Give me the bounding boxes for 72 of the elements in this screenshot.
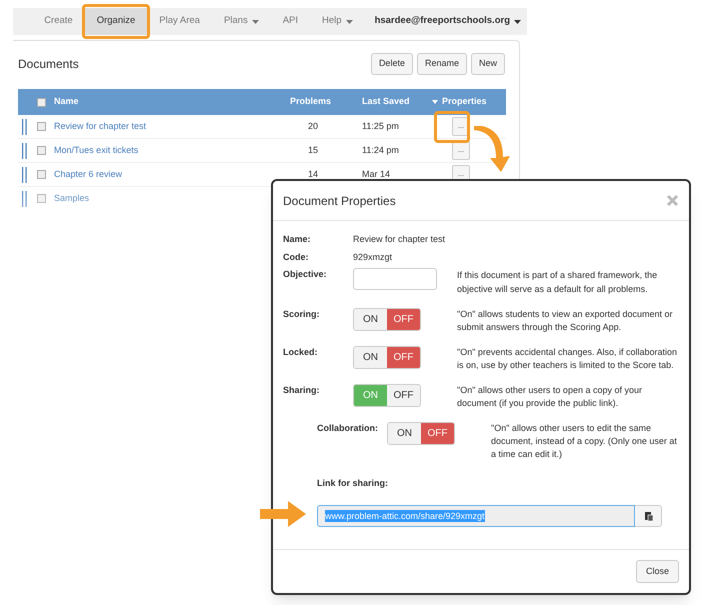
off-option[interactable]: OFF (387, 309, 420, 330)
table-cell-text: Mar 14 (362, 168, 392, 181)
share-link-field[interactable]: www.problem-attic.com/share/929xmzgt (317, 504, 635, 526)
toolbar-button[interactable]: Delete (370, 53, 413, 75)
field-label: Locked: (283, 346, 319, 359)
highlight-frame (82, 4, 150, 39)
account-menu[interactable]: hsardee@freeportschools.org (374, 14, 521, 29)
off-option[interactable]: OFF (421, 423, 454, 444)
nav-link[interactable]: Plans (212, 8, 271, 35)
document-link[interactable]: Mon/Tues exit tickets (54, 144, 290, 158)
field-label: Code: (283, 250, 310, 264)
toolbar-button[interactable]: New (470, 53, 505, 75)
field-value: Review for chapter test (353, 233, 446, 246)
field-description: "On" allows students to view an exported document or submit answers through the Scoring App. (457, 308, 674, 334)
column-header[interactable]: Name (54, 95, 290, 109)
sort-caret-icon (432, 100, 438, 104)
row-checkbox[interactable] (37, 122, 46, 131)
copy-button[interactable] (635, 504, 662, 526)
on-option[interactable]: ON (388, 423, 421, 444)
dialog-title: Document Properties (283, 192, 396, 210)
document-link[interactable]: Review for chapter test (54, 120, 290, 134)
table-cell-text: 11:25 pm (362, 120, 400, 133)
off-option[interactable]: OFF (387, 347, 420, 368)
row-checkbox[interactable] (37, 146, 46, 155)
field-label: Name: (283, 233, 312, 246)
row-checkbox[interactable] (37, 194, 46, 203)
on-off-toggle[interactable]: ON OFF (387, 422, 455, 445)
field-description: If this document is part of a shared framework, the objective will serve as a default for all problems. (457, 269, 658, 296)
drag-handle-icon[interactable] (22, 166, 27, 182)
nav-link[interactable]: Help (310, 8, 365, 35)
close-button[interactable]: Close (636, 560, 679, 583)
on-option[interactable]: ON (354, 309, 387, 330)
callout-arrow (260, 501, 306, 527)
close-icon[interactable] (666, 194, 679, 207)
link-text: www.problem-attic.com/share/929xmzgt (325, 510, 485, 522)
nav-link[interactable]: API (270, 8, 310, 35)
nav-link[interactable]: Play Area (147, 8, 212, 35)
table-cell-text: 20 (307, 120, 320, 133)
table-cell-text: 14 (307, 168, 320, 181)
field-value: 929xmzgt (353, 250, 394, 264)
field-label: Collaboration: (317, 422, 379, 435)
clipboard-icon (644, 510, 652, 520)
field-description: "On" prevents accidental changes. Also, if collaboration is on, use by other teachers is limited to the Score tab. (457, 346, 678, 372)
column-header[interactable]: Last Saved (362, 95, 432, 109)
row-checkbox[interactable] (37, 170, 46, 179)
highlight-frame (434, 111, 470, 143)
field-label: Link for sharing: (317, 478, 388, 488)
documents-heading: Documents (18, 56, 79, 73)
on-option[interactable]: ON (354, 347, 387, 368)
on-option[interactable]: ON (354, 385, 387, 406)
table-cell-text: 15 (307, 144, 320, 157)
callout-arrow (472, 126, 512, 174)
select-all-checkbox[interactable] (37, 98, 46, 106)
column-header[interactable]: Problems (290, 95, 362, 109)
column-header[interactable]: Properties (432, 95, 506, 109)
field-label: Objective: (283, 268, 328, 281)
on-off-toggle[interactable]: ON OFF (353, 346, 421, 369)
field-description: "On" allows other users to open a copy of your document (if you provide the public link). (457, 384, 643, 410)
on-off-toggle[interactable]: ON OFF (353, 308, 421, 331)
drag-handle-icon[interactable] (22, 118, 27, 134)
off-option[interactable]: OFF (387, 385, 420, 406)
table-cell-text: 11:24 pm (362, 144, 400, 157)
drag-handle-icon[interactable] (22, 190, 27, 206)
objective-field[interactable] (353, 268, 437, 290)
field-label: Sharing: (283, 384, 321, 397)
nav-link[interactable]: Create (32, 8, 85, 35)
on-off-toggle[interactable]: ON OFF (353, 384, 421, 407)
drag-handle-icon[interactable] (22, 142, 27, 158)
field-label: Scoring: (283, 308, 321, 321)
caret-icon (514, 20, 521, 24)
toolbar-button[interactable]: Rename (416, 53, 467, 75)
field-description: "On" allows other users to edit the same document, instead of a copy. (Only one user at a time can edit it.) (491, 422, 678, 461)
